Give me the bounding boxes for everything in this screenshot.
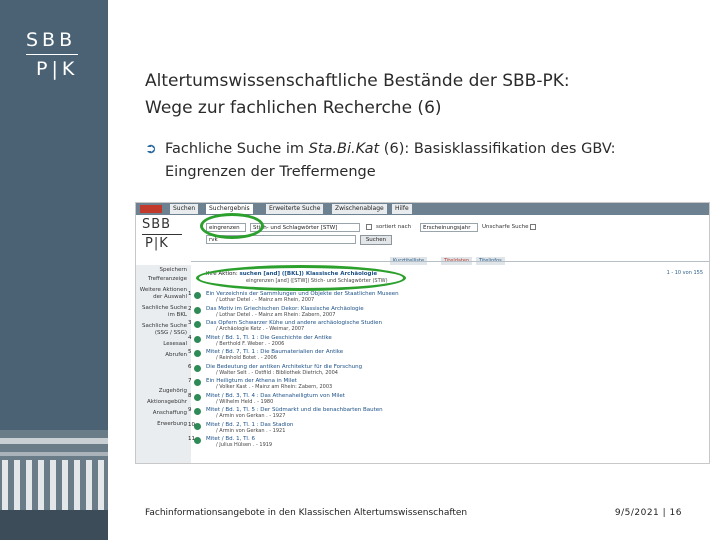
unscharf-checkbox[interactable] (530, 224, 536, 230)
side-im-bkl: im BKL (167, 312, 187, 318)
result-row[interactable]: Ein Verzeichnis der Sammlungen und Objek… (188, 291, 704, 303)
result-row[interactable]: Das Motiv im Griechischen Dekor: Klassis… (188, 306, 704, 318)
catalog-logo-top: SBB (142, 217, 172, 232)
result-row[interactable]: Mitet / Bd. 7, Tl. 1 : Die Baumaterialie… (188, 349, 704, 361)
catalog-logo: SBB P|K (142, 218, 182, 251)
side-lesesaal[interactable]: Lesesaal (163, 341, 187, 348)
slide-title: Altertumswissenschaftliche Bestände der … (145, 68, 705, 122)
result-number: 10 (188, 421, 195, 428)
sbb-logo: SBB P|K (26, 30, 78, 79)
title-line-2: Wege zur fachlichen Recherche (6) (145, 98, 442, 118)
bullet-pre: Fachliche Suche im (165, 141, 309, 157)
result-detail: / Armin von Gerkan . - 1927 (216, 413, 286, 419)
title-line-1: Altertumswissenschaftliche Bestände der … (145, 71, 570, 91)
tab-hilfe[interactable]: Hilfe (392, 204, 412, 214)
logo-rule (26, 54, 78, 55)
result-row[interactable]: Mitet / Bd. 2, Tl. 1 : Das Stadion 10/ Ar… (188, 422, 704, 434)
bullet-post: (6): Basisklassifikation des GBV: (379, 141, 616, 157)
bullet-text: Fachliche Suche im Sta.Bi.Kat (6): Basis… (145, 138, 705, 184)
availability-icon[interactable] (194, 408, 201, 415)
side-sachliche-suche-1[interactable]: Sachliche Suche (142, 305, 187, 312)
result-detail: / Wilhelm Held . - 1980 (216, 398, 274, 405)
catalog-logo-bottom: P|K (145, 236, 169, 251)
result-pager[interactable]: 1 - 10 von 155 (667, 270, 703, 276)
catalog-sidebar: Speichern Trefferanzeige Weitere Aktione… (136, 265, 191, 463)
availability-icon[interactable] (194, 292, 201, 299)
result-row[interactable]: Die Bedeutung der antiken Architektur fü… (188, 364, 704, 376)
side-sachliche-suche-2[interactable]: Sachliche Suche (142, 323, 187, 330)
result-number: 8 (188, 392, 192, 399)
result-number: 7 (188, 378, 192, 384)
side-aktionsgebuehr[interactable]: Aktionsgebühr (147, 399, 187, 406)
brand-column: SBB P|K (0, 0, 108, 540)
side-der-auswahl: der Auswahl (153, 294, 187, 300)
search-button[interactable]: Suchen (360, 235, 392, 245)
result-detail: / Lothar Detel . - Mainz am Rhein: Zaber… (216, 311, 336, 318)
logo-top-text: SBB (26, 29, 77, 51)
result-row[interactable]: Mitet / Bd. 1, Tl. 5 : Der Südmarkt und … (188, 407, 704, 419)
catalog-flag-icon (140, 205, 162, 213)
result-row[interactable]: Das Opfern Schwarzer Kühe und andere arc… (188, 320, 704, 332)
tab-zwischenablage[interactable]: Zwischenablage (332, 204, 387, 214)
result-detail: / Walter Selt . - Ostfild : Bibliothek D… (216, 369, 338, 376)
building-photo (0, 430, 108, 540)
footer-date-page: 9/5/2021 | 16 (614, 508, 682, 518)
availability-icon[interactable] (194, 306, 201, 314)
result-row[interactable]: Mitet / Bd. 1, Tl. 1 : Die Geschichte de… (188, 335, 704, 347)
availability-icon[interactable] (194, 335, 201, 343)
unscharf-label: Unscharfe Suche (482, 224, 529, 230)
check-box-1[interactable] (366, 224, 372, 230)
availability-icon[interactable] (194, 364, 201, 372)
availability-icon[interactable] (194, 321, 201, 328)
side-abrufen[interactable]: Abrufen (165, 352, 187, 359)
bullet-point: ➲ Fachliche Suche im Sta.Bi.Kat (6): Bas… (145, 138, 705, 184)
tab-erweiterte-suche[interactable]: Erweiterte Suche (266, 204, 324, 214)
footer-title: Fachinformationsangebote in den Klassisc… (145, 508, 468, 518)
bullet-line-2: Eingrenzen der Treffermenge (165, 164, 376, 180)
result-number: 6 (188, 363, 192, 370)
result-detail: / Volker Kast . - Mainz am Rhein: Zabern… (216, 384, 333, 390)
side-speichern[interactable]: Speichern (160, 267, 187, 274)
result-row[interactable]: Mitet / Bd. 1, Tl. 6 11/ Julius Hülsen . … (188, 436, 704, 448)
result-detail: / Archäologie Ketz . - Weimar, 2007 (216, 326, 305, 332)
result-detail: / Armin von Gerkan . - 1921 (216, 427, 286, 434)
arrow-bullet-icon: ➲ (145, 141, 157, 157)
tab-suchen[interactable]: Suchen (170, 204, 199, 214)
result-number: 9 (188, 407, 192, 413)
result-number: 11 (188, 436, 195, 442)
availability-icon[interactable] (194, 393, 201, 401)
result-number: 2 (188, 305, 192, 312)
catalog-screenshot: Suchen Suchergebnis Erweiterte Suche Zwi… (135, 202, 710, 464)
result-detail: / Reinhold Botet . - 2006 (216, 355, 277, 361)
result-number: 1 (188, 291, 192, 297)
search-mode-select[interactable]: Stich- und Schlagwörter [STW] (250, 223, 360, 232)
sort-select[interactable]: Erscheinungsjahr (420, 223, 478, 232)
side-zugehoerig[interactable]: Zugehörig (159, 388, 187, 395)
highlight-ring-search (200, 213, 264, 239)
sort-label: sortiert nach (376, 224, 412, 230)
availability-icon[interactable] (194, 437, 201, 444)
logo-bottom-text: P|K (36, 58, 79, 80)
side-ssg: (SSG / SSG) (154, 330, 187, 336)
availability-icon[interactable] (194, 422, 201, 430)
side-erwerbung[interactable]: Erwerbung (157, 421, 187, 428)
side-weitere-aktionen[interactable]: Weitere Aktionen (140, 287, 187, 294)
result-detail: / Julius Hülsen . - 1919 (216, 442, 273, 448)
result-number: 4 (188, 334, 192, 341)
side-trefferanzeige[interactable]: Trefferanzeige (148, 276, 187, 283)
highlight-ring-result (196, 265, 406, 291)
availability-icon[interactable] (194, 379, 201, 386)
catalog-logo-rule (142, 234, 182, 235)
availability-icon[interactable] (194, 350, 201, 357)
result-row[interactable]: Ein Heiligtum der Athena in Milet 7/ Volk… (188, 378, 704, 390)
result-number: 3 (188, 320, 192, 326)
bullet-catalog-name: Sta.Bi.Kat (308, 141, 380, 157)
result-row[interactable]: Mitet / Bd. 3, Tl. 4 : Das Athenaheiligt… (188, 393, 704, 405)
result-number: 5 (188, 349, 192, 355)
side-anschaffung[interactable]: Anschaffung (153, 410, 187, 417)
result-detail: / Berthold F. Weber . - 2006 (216, 340, 285, 347)
result-detail: / Lothar Detel . - Mainz am Rhein, 2007 (216, 297, 315, 303)
results-separator (191, 261, 709, 262)
